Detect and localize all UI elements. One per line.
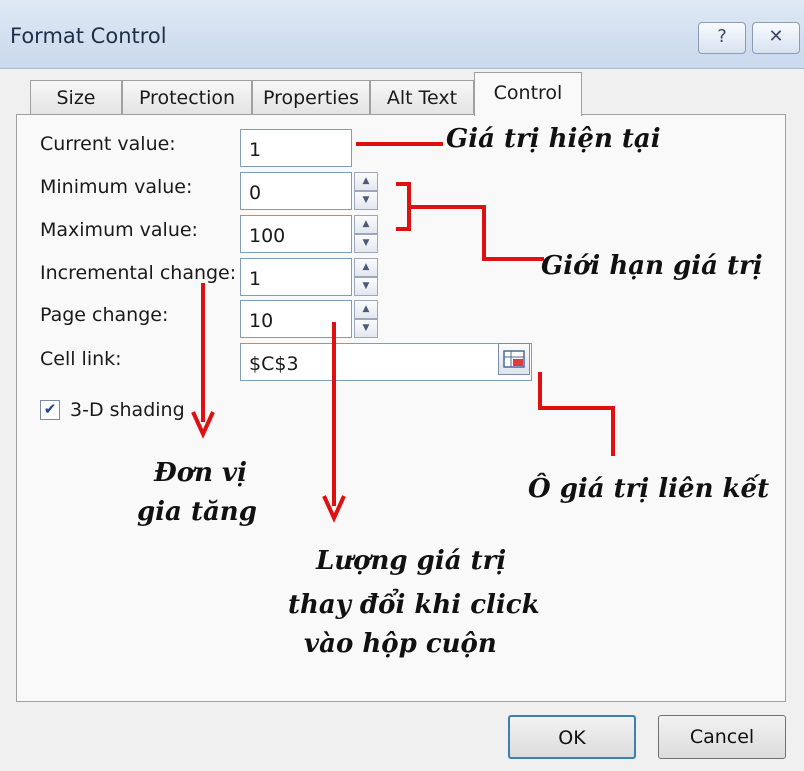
- spin-down-icon[interactable]: ▼: [354, 319, 378, 338]
- maximum-value-input[interactable]: 100: [240, 215, 352, 253]
- maximum-value-label: Maximum value:: [40, 219, 198, 241]
- current-value-label: Current value:: [40, 133, 176, 155]
- spin-up-icon[interactable]: ▲: [354, 215, 378, 234]
- tab-protection[interactable]: Protection: [122, 80, 252, 114]
- help-icon: ?: [717, 26, 727, 47]
- page-change-label: Page change:: [40, 304, 169, 326]
- spin-down-icon[interactable]: ▼: [354, 277, 378, 296]
- minimum-value-input[interactable]: 0: [240, 172, 352, 210]
- annotation-page-line1: Lượng giá trị: [316, 546, 507, 576]
- 3d-shading-checkbox[interactable]: ✔: [40, 400, 60, 420]
- annotation-cell-link: Ô giá trị liên kết: [528, 474, 770, 504]
- incremental-change-label: Incremental change:: [40, 262, 237, 284]
- format-control-dialog: Format Control ? ✕ Size Protection Prope…: [0, 0, 804, 771]
- close-icon: ✕: [768, 26, 784, 47]
- spin-down-icon[interactable]: ▼: [354, 234, 378, 253]
- cell-link-label: Cell link:: [40, 348, 122, 370]
- maximum-value-spinner[interactable]: ▲ ▼: [354, 215, 378, 253]
- spin-down-icon[interactable]: ▼: [354, 191, 378, 210]
- tab-strip: Size Protection Properties Alt Text Cont…: [0, 72, 804, 116]
- tab-size[interactable]: Size: [30, 80, 122, 114]
- tab-control[interactable]: Control: [474, 72, 582, 116]
- tab-alt-text[interactable]: Alt Text: [370, 80, 474, 114]
- cell-reference-button[interactable]: [498, 343, 530, 375]
- spin-up-icon[interactable]: ▲: [354, 258, 378, 277]
- close-button[interactable]: ✕: [752, 22, 800, 54]
- spin-up-icon[interactable]: ▲: [354, 172, 378, 191]
- current-value-input[interactable]: 1: [240, 129, 352, 167]
- page-change-spinner[interactable]: ▲ ▼: [354, 300, 378, 338]
- cell-link-input[interactable]: $C$3: [240, 343, 532, 381]
- incremental-change-input[interactable]: 1: [240, 258, 352, 296]
- annotation-increment-line2: gia tăng: [137, 497, 257, 527]
- annotation-page-line2: thay đổi khi click: [288, 590, 540, 620]
- cancel-button[interactable]: Cancel: [658, 715, 786, 759]
- minimum-value-label: Minimum value:: [40, 176, 193, 198]
- annotation-current-value: Giá trị hiện tại: [446, 124, 661, 154]
- page-change-input[interactable]: 10: [240, 300, 352, 338]
- spin-up-icon[interactable]: ▲: [354, 300, 378, 319]
- title-bar: Format Control ? ✕: [0, 0, 804, 69]
- ok-button[interactable]: OK: [508, 715, 636, 759]
- help-button[interactable]: ?: [698, 22, 746, 54]
- annotation-page-line3: vào hộp cuộn: [304, 629, 497, 659]
- annotation-increment-line1: Đơn vị: [154, 458, 248, 488]
- tab-properties[interactable]: Properties: [252, 80, 370, 114]
- annotation-value-limit: Giới hạn giá trị: [541, 251, 763, 281]
- 3d-shading-label: 3-D shading: [70, 399, 185, 421]
- range-select-icon: [503, 350, 525, 368]
- incremental-change-spinner[interactable]: ▲ ▼: [354, 258, 378, 296]
- dialog-title: Format Control: [10, 24, 167, 48]
- minimum-value-spinner[interactable]: ▲ ▼: [354, 172, 378, 210]
